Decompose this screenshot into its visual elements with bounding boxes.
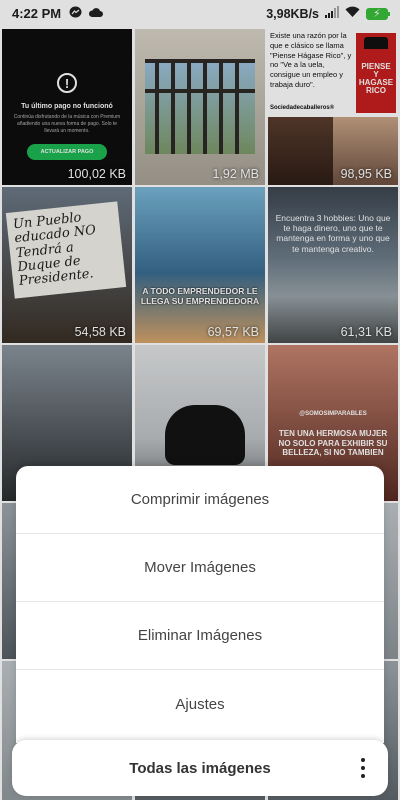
settings-option[interactable]: Ajustes (16, 670, 384, 738)
delete-images-option[interactable]: Eliminar Imágenes (16, 602, 384, 670)
action-sheet: Comprimir imágenes Mover Imágenes Elimin… (16, 466, 384, 743)
more-vertical-icon[interactable] (360, 758, 366, 778)
compress-images-option[interactable]: Comprimir imágenes (16, 466, 384, 534)
bottom-bar-title[interactable]: Todas las imágenes (129, 760, 270, 777)
bottom-bar: Todas las imágenes (12, 740, 388, 796)
move-images-option[interactable]: Mover Imágenes (16, 534, 384, 602)
